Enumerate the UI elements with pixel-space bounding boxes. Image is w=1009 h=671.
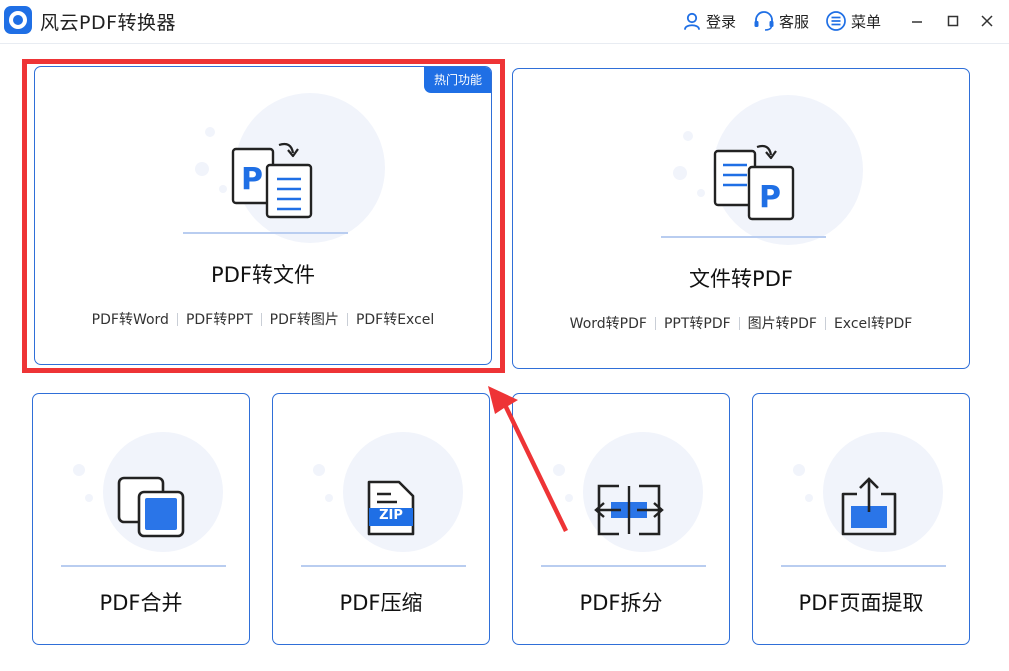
headset-icon xyxy=(754,11,774,31)
split-icon xyxy=(594,484,664,536)
close-icon xyxy=(981,15,993,27)
decor-dot xyxy=(673,166,687,180)
login-label: 登录 xyxy=(706,12,737,31)
maximize-button[interactable] xyxy=(942,10,964,32)
icon-baseline xyxy=(183,232,348,234)
file-to-pdf-card[interactable]: P 文件转PDF Word转PDF PPT转PDF 图片转PDF Excel转P… xyxy=(512,68,970,369)
menu-icon xyxy=(826,11,846,31)
link-word-to-pdf[interactable]: Word转PDF xyxy=(562,313,655,333)
file-to-pdf-title: 文件转PDF xyxy=(689,267,793,291)
close-button[interactable] xyxy=(976,10,998,32)
pdf-extract-card[interactable]: PDF页面提取 xyxy=(752,393,970,645)
title-bar: 风云PDF转换器 登录 客服 菜单 xyxy=(0,0,1009,44)
user-icon xyxy=(684,12,700,30)
link-ppt-to-pdf[interactable]: PPT转PDF xyxy=(656,313,739,333)
menu-label: 菜单 xyxy=(851,12,882,31)
service-label: 客服 xyxy=(779,12,810,31)
decor-dot xyxy=(195,162,209,176)
link-pdf-to-word[interactable]: PDF转Word xyxy=(84,309,177,329)
icon-baseline xyxy=(61,565,226,567)
link-pdf-to-image[interactable]: PDF转图片 xyxy=(262,309,347,329)
minimize-icon xyxy=(912,21,922,23)
decor-dot xyxy=(325,494,333,502)
svg-text:P: P xyxy=(241,162,263,197)
icon-baseline xyxy=(781,565,946,567)
zip-label: ZIP xyxy=(379,508,403,523)
pdf-compress-card[interactable]: ZIP PDF压缩 xyxy=(272,393,490,645)
pdf-extract-title: PDF页面提取 xyxy=(798,591,924,615)
menu-button[interactable]: 菜单 xyxy=(825,10,881,32)
decor-dot xyxy=(85,494,93,502)
app-logo-icon xyxy=(4,6,32,34)
pdf-to-file-links: PDF转Word PDF转PPT PDF转图片 PDF转Excel xyxy=(35,309,491,329)
icon-baseline xyxy=(541,565,706,567)
icon-baseline xyxy=(301,565,466,567)
decor-dot xyxy=(219,185,227,193)
link-excel-to-pdf[interactable]: Excel转PDF xyxy=(826,313,920,333)
login-button[interactable]: 登录 xyxy=(682,10,736,32)
decor-dot xyxy=(793,464,805,476)
pdf-to-file-icon: P xyxy=(231,142,313,219)
decor-dot xyxy=(313,464,325,476)
link-image-to-pdf[interactable]: 图片转PDF xyxy=(740,313,825,333)
decor-dot xyxy=(683,131,693,141)
decor-dot xyxy=(565,494,573,502)
pdf-merge-card[interactable]: PDF合并 xyxy=(32,393,250,645)
link-pdf-to-excel[interactable]: PDF转Excel xyxy=(348,309,442,329)
decor-dot xyxy=(73,464,85,476)
hot-badge: 热门功能 xyxy=(423,67,491,93)
page-extract-icon xyxy=(841,477,897,536)
decor-dot xyxy=(553,464,565,476)
maximize-icon xyxy=(947,15,959,27)
pdf-split-card[interactable]: PDF拆分 xyxy=(512,393,730,645)
decor-dot xyxy=(805,494,813,502)
pdf-to-file-card[interactable]: 热门功能 P PDF转文件 PDF转Word PDF转PPT PDF转图片 PD… xyxy=(34,66,492,365)
minimize-button[interactable] xyxy=(906,10,928,32)
link-pdf-to-ppt[interactable]: PDF转PPT xyxy=(178,309,261,329)
icon-baseline xyxy=(661,236,826,238)
file-to-pdf-links: Word转PDF PPT转PDF 图片转PDF Excel转PDF xyxy=(513,313,969,333)
pdf-merge-title: PDF合并 xyxy=(99,591,183,615)
file-to-pdf-icon: P xyxy=(713,144,795,221)
decor-dot xyxy=(205,127,215,137)
app-title: 风云PDF转换器 xyxy=(40,12,177,34)
pdf-compress-title: PDF压缩 xyxy=(339,591,423,615)
pdf-split-title: PDF拆分 xyxy=(579,591,663,615)
service-button[interactable]: 客服 xyxy=(753,10,809,32)
merge-icon xyxy=(117,476,185,538)
decor-dot xyxy=(697,189,705,197)
pdf-to-file-title: PDF转文件 xyxy=(211,263,315,287)
svg-text:P: P xyxy=(759,180,781,215)
